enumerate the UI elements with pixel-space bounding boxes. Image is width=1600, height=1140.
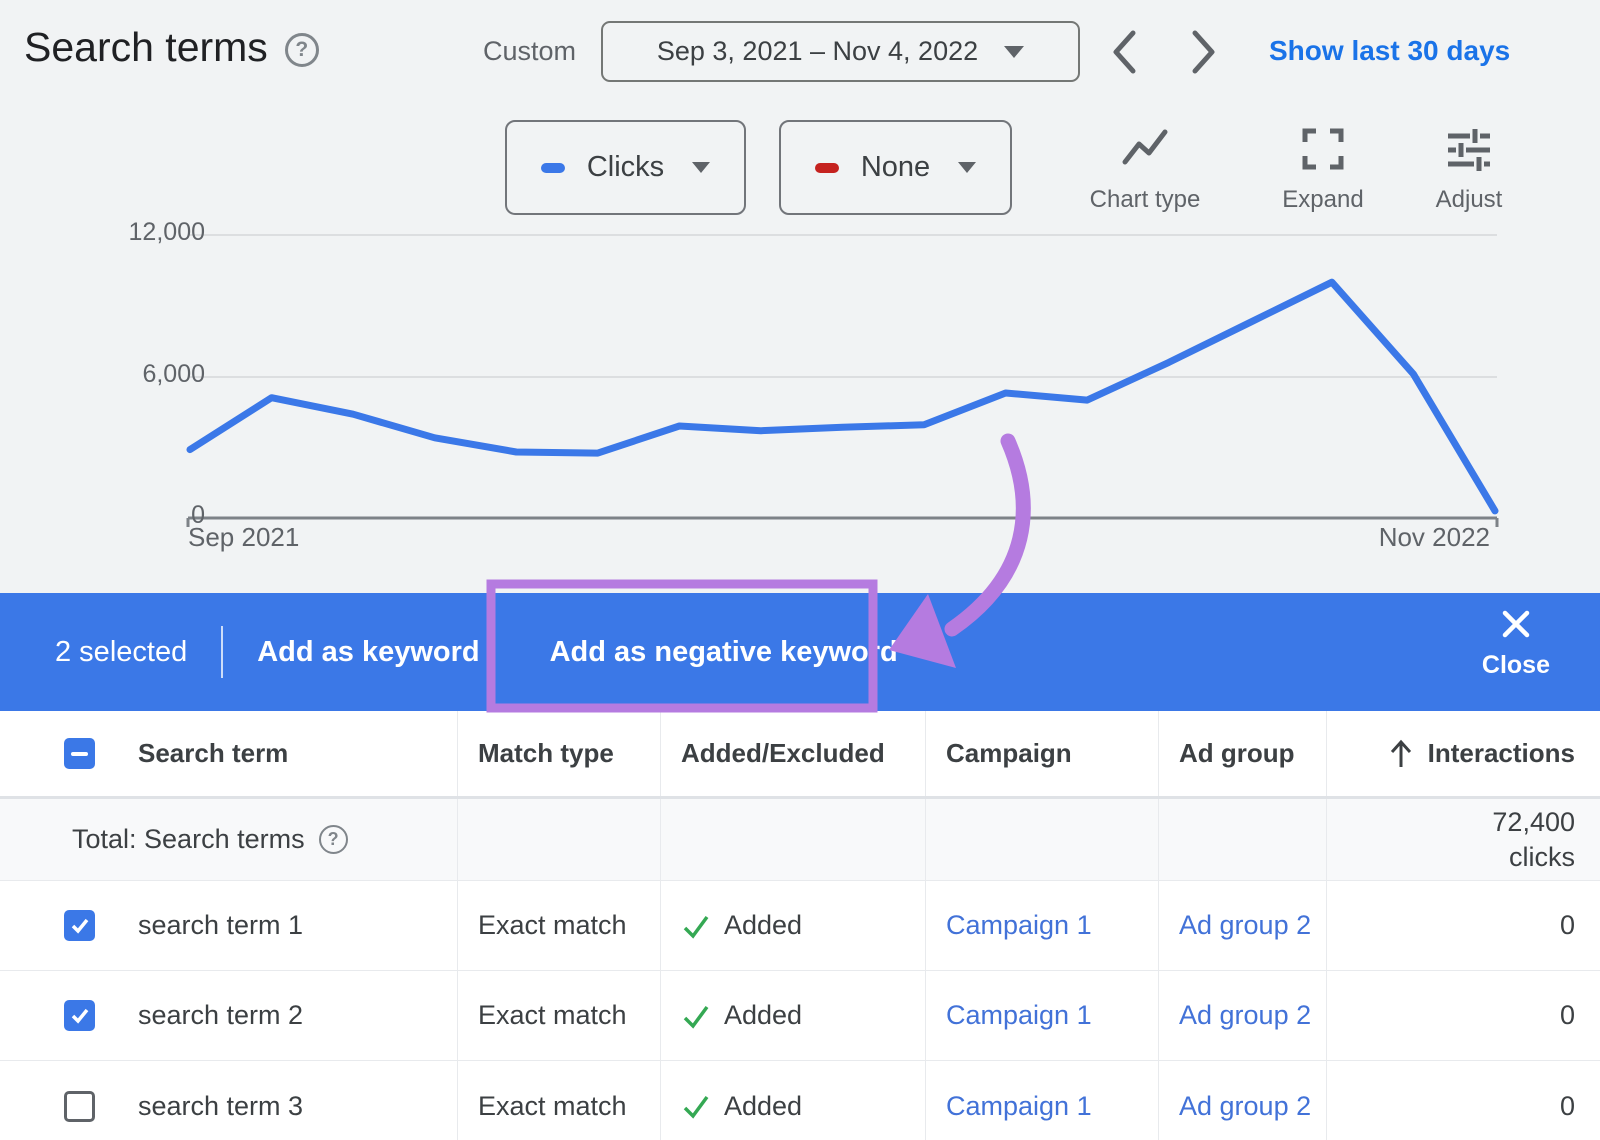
- added-status: Added: [724, 910, 802, 941]
- y-tick-6000: 6,000: [85, 360, 205, 389]
- selected-count: 2 selected: [55, 636, 187, 669]
- search-terms-table: Search term Match type Added/Excluded Ca…: [0, 711, 1600, 1140]
- header-match-type[interactable]: Match type: [458, 711, 661, 796]
- action-bar-divider: [221, 626, 223, 678]
- interactions-cell: 0: [1327, 1061, 1600, 1140]
- table-row: search term 3 Exact match Added Campaign…: [0, 1061, 1600, 1140]
- bulk-action-bar: 2 selected Add as keyword Add as negativ…: [0, 593, 1600, 711]
- total-clicks-value: 72,400: [1492, 805, 1575, 840]
- campaign-cell: Campaign 1: [926, 881, 1159, 970]
- x-tick-nov-2022: Nov 2022: [1290, 522, 1490, 553]
- search-term-value: search term 1: [138, 910, 303, 941]
- close-icon: [1499, 607, 1533, 641]
- match-type-cell: Exact match: [458, 1061, 661, 1140]
- row-checkbox[interactable]: [64, 910, 95, 941]
- help-icon[interactable]: ?: [319, 825, 348, 854]
- ad-group-link[interactable]: Ad group 2: [1179, 1091, 1311, 1122]
- campaign-link[interactable]: Campaign 1: [946, 910, 1092, 941]
- added-status: Added: [724, 1000, 802, 1031]
- header-interactions[interactable]: Interactions: [1327, 711, 1600, 796]
- search-term-cell: search term 1: [0, 881, 458, 970]
- y-tick-0: 0: [85, 501, 205, 530]
- clicks-series-line: [190, 282, 1495, 511]
- search-term-cell: search term 3: [0, 1061, 458, 1140]
- table-total-row: Total: Search terms ? 72,400 clicks: [0, 799, 1600, 881]
- check-icon: [681, 1091, 711, 1121]
- search-term-cell: search term 2: [0, 971, 458, 1060]
- match-type-cell: Exact match: [458, 971, 661, 1060]
- total-empty-cell: [1159, 799, 1327, 880]
- total-interactions-cell: 72,400 clicks: [1327, 799, 1600, 880]
- added-excluded-cell: Added: [661, 971, 926, 1060]
- header-added-excluded[interactable]: Added/Excluded: [661, 711, 926, 796]
- ad-group-link[interactable]: Ad group 2: [1179, 1000, 1311, 1031]
- ad-group-cell: Ad group 2: [1159, 881, 1327, 970]
- add-as-keyword-button[interactable]: Add as keyword: [257, 636, 479, 669]
- search-term-value: search term 2: [138, 1000, 303, 1031]
- close-action-bar-button[interactable]: Close: [1482, 607, 1550, 680]
- ad-group-link[interactable]: Ad group 2: [1179, 910, 1311, 941]
- header-search-term-label[interactable]: Search term: [138, 738, 288, 769]
- add-as-negative-keyword-button[interactable]: Add as negative keyword: [550, 636, 898, 669]
- header-search-term: Search term: [0, 711, 458, 796]
- added-status: Added: [724, 1091, 802, 1122]
- select-all-checkbox[interactable]: [64, 738, 95, 769]
- check-icon: [69, 1005, 91, 1027]
- ad-group-cell: Ad group 2: [1159, 1061, 1327, 1140]
- search-term-value: search term 3: [138, 1091, 303, 1122]
- y-tick-12000: 12,000: [85, 218, 205, 247]
- sort-ascending-icon: [1388, 739, 1414, 769]
- report-header-and-chart-section: Search terms ? Custom Sep 3, 2021 – Nov …: [0, 0, 1600, 593]
- total-empty-cell: [926, 799, 1159, 880]
- header-interactions-label: Interactions: [1428, 738, 1575, 769]
- check-icon: [681, 911, 711, 941]
- x-tick-sep-2021: Sep 2021: [188, 522, 299, 553]
- total-empty-cell: [458, 799, 661, 880]
- clicks-line-chart: [0, 0, 1600, 593]
- table-header-row: Search term Match type Added/Excluded Ca…: [0, 711, 1600, 799]
- close-label: Close: [1482, 651, 1550, 680]
- header-ad-group[interactable]: Ad group: [1159, 711, 1327, 796]
- row-checkbox[interactable]: [64, 1000, 95, 1031]
- interactions-cell: 0: [1327, 881, 1600, 970]
- campaign-cell: Campaign 1: [926, 971, 1159, 1060]
- table-row: search term 1 Exact match Added Campaign…: [0, 881, 1600, 971]
- total-empty-cell: [661, 799, 926, 880]
- match-type-cell: Exact match: [458, 881, 661, 970]
- campaign-link[interactable]: Campaign 1: [946, 1091, 1092, 1122]
- row-checkbox[interactable]: [64, 1091, 95, 1122]
- ad-group-cell: Ad group 2: [1159, 971, 1327, 1060]
- total-clicks-unit: clicks: [1492, 840, 1575, 875]
- added-excluded-cell: Added: [661, 1061, 926, 1140]
- added-excluded-cell: Added: [661, 881, 926, 970]
- total-label-cell: Total: Search terms ?: [0, 799, 458, 880]
- table-row: search term 2 Exact match Added Campaign…: [0, 971, 1600, 1061]
- indeterminate-icon: [71, 752, 88, 756]
- check-icon: [69, 915, 91, 937]
- header-campaign[interactable]: Campaign: [926, 711, 1159, 796]
- total-label: Total: Search terms: [72, 824, 305, 855]
- campaign-link[interactable]: Campaign 1: [946, 1000, 1092, 1031]
- campaign-cell: Campaign 1: [926, 1061, 1159, 1140]
- check-icon: [681, 1001, 711, 1031]
- interactions-cell: 0: [1327, 971, 1600, 1060]
